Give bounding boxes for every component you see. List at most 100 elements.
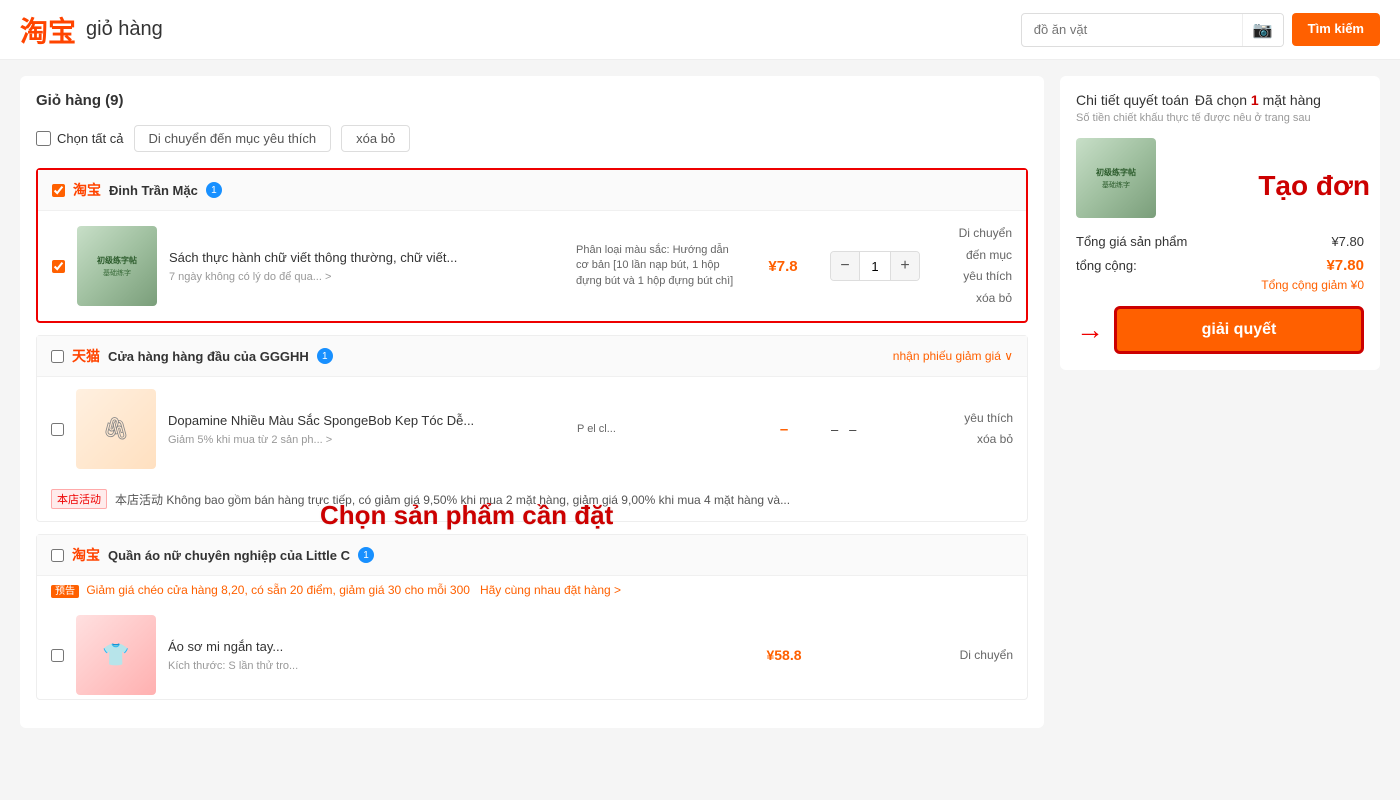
product-subtext-2[interactable]: Giảm 5% khi mua từ 2 sản ph... > [168,434,565,446]
product-subtext-1[interactable]: 7 ngày không có lý do để qua... > [169,271,564,283]
quantity-control-1: − + [830,251,920,281]
product-checkbox-2[interactable] [51,423,64,436]
shop-header-1: 淘宝 Đinh Trần Mặc 1 [38,170,1026,211]
shop-checkbox-2[interactable] [51,350,64,363]
qty-input-1[interactable] [859,252,891,280]
search-input[interactable] [1022,16,1242,43]
product-actions-1: Di chuyểnđến mụcyêu thích xóa bỏ [932,223,1012,309]
quantity-placeholder-2: – – [831,422,921,437]
tianmao-icon: 天猫 [72,346,100,366]
left-panel: Giỏ hàng (9) Chọn tất cả Di chuyển đến m… [20,76,1044,728]
product-info-3: Áo sơ mi ngắn tay... Kích thước: S lần t… [168,638,565,672]
move-3[interactable]: Di chuyển [933,645,1013,667]
shop-name-1: Đinh Trần Mặc [109,183,198,198]
taobao-logo: 淘宝 [20,10,76,50]
camera-icon-btn[interactable]: 📷 [1242,14,1283,46]
fav-2[interactable]: yêu thích [933,408,1013,430]
taobao-icon-3: 淘宝 [72,545,100,565]
product-price-2: – [749,421,819,438]
checkout-total-product-label: Tổng giá sản phẩm [1076,234,1187,249]
checkout-action-row: → giải quyết [1076,306,1364,354]
product-name-1: Sách thực hành chữ viết thông thường, ch… [169,249,564,267]
taobao-icon-1: 淘宝 [73,180,101,200]
checkout-count: 1 [1251,92,1259,108]
cart-count: (9) [105,92,123,109]
checkout-card: Chi tiết quyết toán Đã chọn 1 mặt hàng S… [1060,76,1380,370]
move-to-fav-1[interactable]: Di chuyểnđến mụcyêu thích [932,223,1012,288]
shop-name-3: Quần áo nữ chuyên nghiệp của Little C [108,548,350,563]
shop-section-1: 淘宝 Đinh Trần Mặc 1 初级练字帖 基础练字 Sách thực … [36,168,1028,323]
shop-section-2: 天猫 Cửa hàng hàng đầu của GGGHH 1 nhận ph… [36,335,1028,522]
checkout-total-product-value: ¥7.80 [1331,234,1364,249]
coupon-link[interactable]: nhận phiếu giảm giá ∨ [893,349,1013,363]
checkout-total-label: tổng cộng: [1076,258,1137,273]
arrow-right-icon: → [1076,314,1104,346]
product-checkbox-1[interactable] [52,260,65,273]
product-row-3: 👕 Áo sơ mi ngắn tay... Kích thước: S lần… [37,603,1027,699]
shop-name-2: Cửa hàng hàng đầu của GGGHH [108,349,309,364]
checkout-total-row: tổng cộng: ¥7.80 [1076,257,1364,274]
qty-plus-1[interactable]: + [891,252,919,280]
checkout-subtitle: Số tiền chiết khấu thực tế được nêu ở tr… [1076,112,1364,124]
main-container: Giỏ hàng (9) Chọn tất cả Di chuyển đến m… [0,60,1400,744]
checkout-selected: Đã chọn 1 mặt hàng [1195,92,1321,108]
discount-text: 本店活动 Không bao gồm bán hàng trực tiếp, c… [115,491,790,508]
select-all-text: Chọn tất cả [57,131,124,146]
move-to-fav-btn[interactable]: Di chuyển đến mục yêu thích [134,125,332,152]
product-checkbox-3[interactable] [51,649,64,662]
product-actions-2: yêu thích xóa bỏ [933,408,1013,451]
delete-2[interactable]: xóa bỏ [933,429,1013,451]
shop-badge-3: 1 [358,547,374,563]
product-name-2: Dopamine Nhiều Màu Sắc SpongeBob Kep Tóc… [168,412,565,430]
product-row-2: 🖇 Dopamine Nhiều Màu Sắc SpongeBob Kep T… [37,377,1027,481]
product-variant-2: P el cl... [577,422,737,437]
checkout-button[interactable]: giải quyết [1114,306,1364,354]
annotation-tao-don: Tạo đơn [1258,170,1370,202]
shop-header-2: 天猫 Cửa hàng hàng đầu của GGGHH 1 nhận ph… [37,336,1027,377]
product-image-2: 🖇 [76,389,156,469]
cart-title: Giỏ hàng [36,92,101,109]
shop-checkbox-3[interactable] [51,549,64,562]
product-actions-3: Di chuyển [933,645,1013,667]
product-price-3: ¥58.8 [749,647,819,663]
promo-text: Giảm giá chéo cửa hàng 8,20, có sẵn 20 đ… [86,583,621,597]
cart-header: Giỏ hàng (9) [36,92,1028,109]
shop-checkbox-1[interactable] [52,184,65,197]
product-row-1: 初级练字帖 基础练字 Sách thực hành chữ viết thông… [38,211,1026,321]
product-name-3: Áo sơ mi ngắn tay... [168,638,565,656]
promo-row-3: 预告 Giảm giá chéo cửa hàng 8,20, có sẵn 2… [37,576,1027,603]
product-price-1: ¥7.8 [748,258,818,275]
product-variant-1: Phân loại màu sắc: Hướng dẫn cơ bản [10 … [576,243,736,289]
checkout-discount: Tổng cộng giảm ¥0 [1076,278,1364,292]
checkout-title: Chi tiết quyết toán [1076,92,1189,108]
select-all-checkbox[interactable] [36,131,51,146]
header-left: 淘宝 giỏ hàng [20,10,163,50]
checkout-total-value: ¥7.80 [1326,257,1364,274]
product-image-1: 初级练字帖 基础练字 [77,226,157,306]
product-info-2: Dopamine Nhiều Màu Sắc SpongeBob Kep Tóc… [168,412,565,446]
product-info-1: Sách thực hành chữ viết thông thường, ch… [169,249,564,283]
header: 淘宝 giỏ hàng 📷 Tìm kiếm [0,0,1400,60]
checkout-total-product-row: Tổng giá sản phẩm ¥7.80 [1076,234,1364,249]
header-title: giỏ hàng [86,18,163,41]
shop-badge-1: 1 [206,182,222,198]
product-image-3: 👕 [76,615,156,695]
shop-header-3: 淘宝 Quần áo nữ chuyên nghiệp của Little C… [37,535,1027,576]
checkout-header: Chi tiết quyết toán Đã chọn 1 mặt hàng [1076,92,1364,108]
cart-actions: Chọn tất cả Di chuyển đến mục yêu thích … [36,125,1028,152]
select-all-label[interactable]: Chọn tất cả [36,131,124,146]
header-right: 📷 Tìm kiếm [1021,13,1380,47]
shop-section-3: 淘宝 Quần áo nữ chuyên nghiệp của Little C… [36,534,1028,700]
delete-product-1[interactable]: xóa bỏ [932,288,1012,310]
checkout-product-preview: 初级练字帖 基础练字 [1076,138,1156,218]
promo-label: 预告 [51,585,79,598]
product-subtext-3[interactable]: Kích thước: S lần thử tro... [168,660,565,672]
qty-minus-1[interactable]: − [831,252,859,280]
search-button[interactable]: Tìm kiếm [1292,13,1380,46]
delete-btn[interactable]: xóa bỏ [341,125,410,152]
search-box: 📷 [1021,13,1284,47]
right-panel: Chi tiết quyết toán Đã chọn 1 mặt hàng S… [1060,76,1380,728]
discount-tag-row: 本店活动 本店活动 Không bao gồm bán hàng trực ti… [37,481,1027,521]
shop-badge-2: 1 [317,348,333,364]
discount-tag: 本店活动 [51,489,107,509]
